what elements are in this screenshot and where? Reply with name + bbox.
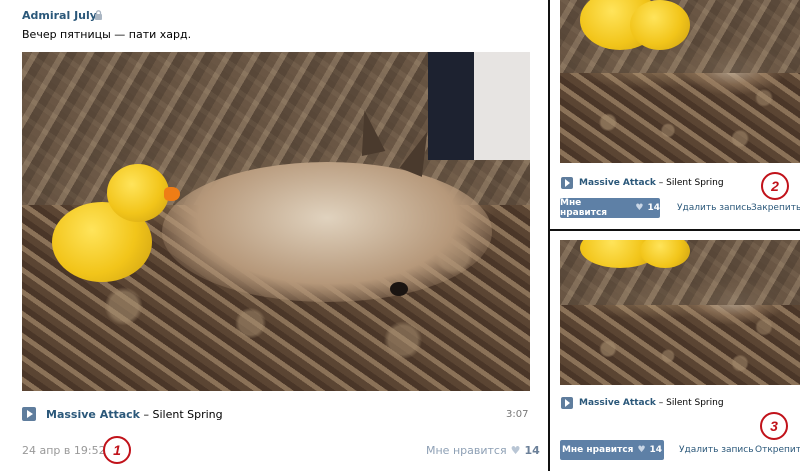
audio-title: Silent Spring	[666, 178, 724, 188]
unpin-link[interactable]: Открепить	[755, 445, 800, 455]
marker-3: 3	[760, 412, 788, 440]
horizontal-divider	[548, 229, 800, 231]
audio-title: Silent Spring	[152, 407, 223, 421]
play-icon[interactable]	[22, 407, 36, 421]
play-icon[interactable]	[561, 397, 573, 409]
like-count: 14	[524, 444, 540, 457]
post-text: Вечер пятницы — пати хард.	[22, 28, 192, 41]
post-photo[interactable]	[22, 52, 530, 391]
panel-bottom-audio[interactable]: Massive Attack – Silent Spring	[561, 397, 724, 409]
like-label: Мне нравится	[560, 198, 608, 218]
marker-2: 2	[761, 172, 789, 200]
audio-artist[interactable]: Massive Attack	[579, 398, 656, 408]
like-button[interactable]: Мне нравится ♥ 14	[560, 440, 664, 460]
track-duration: 3:07	[506, 409, 529, 420]
play-icon[interactable]	[561, 177, 573, 189]
like-label: Мне нравится	[561, 445, 634, 455]
like-label[interactable]: Мне нравится	[426, 444, 507, 457]
like-link[interactable]: Мне нравится ♥ 14	[426, 444, 540, 457]
audio-title: Silent Spring	[666, 398, 724, 408]
panel-bottom-photo[interactable]	[560, 240, 800, 385]
audio-separator: –	[655, 398, 667, 408]
audio-track[interactable]: Massive Attack – Silent Spring	[22, 407, 223, 421]
heart-icon: ♥	[510, 444, 521, 457]
marker-1: 1	[103, 436, 131, 464]
panel-top-audio[interactable]: Massive Attack – Silent Spring	[561, 177, 724, 189]
post-date[interactable]: 24 апр в 19:52	[22, 444, 106, 457]
delete-post-link[interactable]: Удалить запись	[677, 203, 752, 213]
like-count: 14	[649, 445, 663, 455]
vertical-divider	[548, 0, 550, 471]
like-count: 14	[647, 203, 660, 213]
delete-post-link[interactable]: Удалить запись	[679, 445, 754, 455]
audio-artist[interactable]: Massive Attack	[579, 178, 656, 188]
post-author[interactable]: Admiral July	[22, 9, 97, 22]
lock-icon	[95, 10, 102, 20]
audio-separator: –	[655, 178, 667, 188]
heart-icon: ♥	[635, 203, 644, 213]
audio-separator: –	[139, 407, 153, 421]
like-button[interactable]: Мне нравится ♥ 14	[560, 198, 660, 218]
panel-top-photo[interactable]	[560, 0, 800, 163]
heart-icon: ♥	[637, 445, 646, 455]
pin-link[interactable]: Закрепить	[751, 203, 800, 213]
audio-artist[interactable]: Massive Attack	[46, 408, 140, 421]
